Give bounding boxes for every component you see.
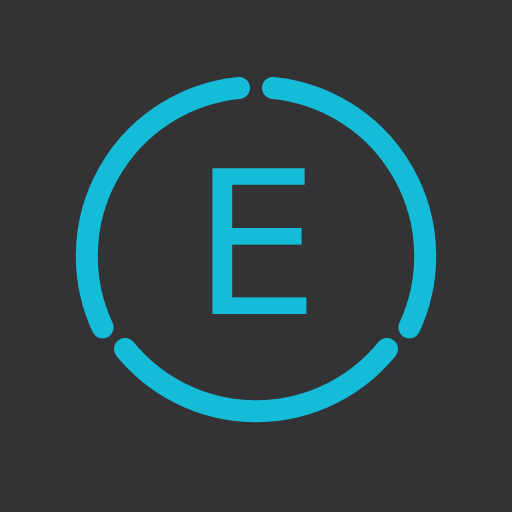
logo-letter: E (192, 129, 320, 362)
app-logo-icon: E (0, 0, 512, 512)
